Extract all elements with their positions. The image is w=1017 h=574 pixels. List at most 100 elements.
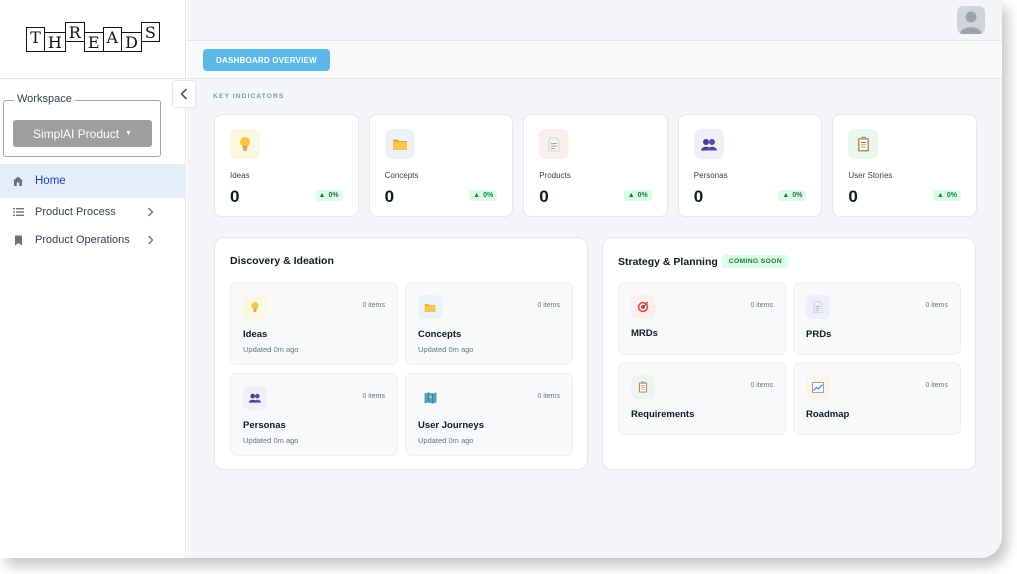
sidebar-item-label: Product Process <box>35 206 116 218</box>
kpi-label: Concepts <box>384 171 419 180</box>
tab-dashboard-overview[interactable]: DASHBOARD OVERVIEW <box>203 49 330 71</box>
item-count: 0 items <box>750 382 773 389</box>
avatar[interactable] <box>957 6 985 34</box>
change-value: 0% <box>637 192 648 199</box>
item-count: 0 items <box>925 302 948 309</box>
card-title: Requirements <box>631 409 695 420</box>
item-count: 0 items <box>750 302 773 309</box>
logo-letter: A <box>102 26 123 52</box>
chevron-right-icon <box>148 207 154 217</box>
change-badge: ▲ 0% <box>314 190 343 201</box>
kpi-card-user-stories[interactable]: User Stories 0 ▲ 0% <box>832 114 977 217</box>
card-mrds[interactable]: 0 items MRDs <box>618 282 786 355</box>
folder-icon <box>384 129 415 159</box>
change-value: 0% <box>483 192 494 199</box>
logo-letter: E <box>83 31 104 52</box>
sidebar-item-home[interactable]: Home <box>0 164 186 198</box>
lightbulb-icon <box>230 129 260 159</box>
target-icon <box>631 295 655 319</box>
card-requirements[interactable]: 0 items Requirements <box>618 362 786 435</box>
updated-text: Updated 0m ago <box>243 345 299 354</box>
clipboard-icon <box>848 129 879 159</box>
card-concepts[interactable]: 0 items Concepts Updated 0m ago <box>405 282 573 365</box>
card-roadmap[interactable]: 0 items Roadmap <box>793 362 961 435</box>
kpi-value: 0 <box>848 187 858 206</box>
kpi-label: Personas <box>693 171 728 180</box>
workspace-value: SimplAI Product <box>33 126 120 141</box>
sidebar-item-product-operations[interactable]: Product Operations <box>0 226 186 254</box>
kpi-card-concepts[interactable]: Concepts 0 ▲ 0% <box>368 114 514 217</box>
panel-title: Strategy & Planning COMING SOON <box>618 255 789 268</box>
updated-text: Updated 0m ago <box>243 436 299 445</box>
logo-letter: D <box>121 31 142 52</box>
card-personas[interactable]: 0 items Personas Updated 0m ago <box>230 373 398 456</box>
kpi-value: 0 <box>230 187 240 206</box>
kpi-row: Ideas 0 ▲ 0% Concepts 0 ▲ 0% Products 0 ▲ 0… <box>214 114 977 217</box>
caret-down-icon: ▼ <box>125 130 132 137</box>
kpi-label: Products <box>539 171 571 180</box>
card-title: Ideas <box>243 329 268 340</box>
clipboard-icon <box>631 375 655 399</box>
lightbulb-icon <box>243 295 267 319</box>
kpi-card-ideas[interactable]: Ideas 0 ▲ 0% <box>214 114 359 217</box>
app-window: T H R E A D S Workspace SimplAI Product … <box>0 0 1002 558</box>
card-ideas[interactable]: 0 items Ideas Updated 0m ago <box>230 282 398 365</box>
up-arrow-icon: ▲ <box>936 192 944 199</box>
collapse-sidebar-button[interactable] <box>172 80 196 108</box>
user-icon <box>960 11 982 34</box>
bookmark-icon <box>12 234 24 246</box>
logo-letter: T <box>26 26 45 52</box>
workspace-label: Workspace <box>14 93 75 105</box>
kpi-value: 0 <box>539 187 549 206</box>
folder-icon <box>418 295 442 319</box>
home-icon <box>12 175 24 187</box>
up-arrow-icon: ▲ <box>318 192 326 199</box>
card-prds[interactable]: 0 items PRDs <box>793 282 961 355</box>
change-badge: ▲ 0% <box>469 190 498 201</box>
section-label: KEY INDICATORS <box>213 93 285 100</box>
up-arrow-icon: ▲ <box>782 192 790 199</box>
logo-letter: H <box>43 31 66 52</box>
change-value: 0% <box>328 192 339 199</box>
kpi-label: User Stories <box>848 171 893 180</box>
panel-title: Discovery & Ideation <box>230 255 334 267</box>
card-title: User Journeys <box>418 420 485 431</box>
sidebar-item-label: Home <box>35 175 66 187</box>
kpi-card-products[interactable]: Products 0 ▲ 0% <box>523 114 668 217</box>
strategy-panel: Strategy & Planning COMING SOON 0 items … <box>602 237 976 470</box>
card-title: Roadmap <box>806 409 850 420</box>
sidebar: T H R E A D S Workspace SimplAI Product … <box>0 0 186 558</box>
coming-soon-badge: COMING SOON <box>721 255 789 268</box>
top-bar <box>187 0 1002 41</box>
logo-area: T H R E A D S <box>0 0 185 79</box>
discovery-panel: Discovery & Ideation 0 items Ideas Updat… <box>214 237 588 470</box>
threads-logo[interactable]: T H R E A D S <box>26 21 160 52</box>
change-value: 0% <box>792 192 803 199</box>
card-user-journeys[interactable]: 0 items User Journeys Updated 0m ago <box>405 373 573 456</box>
tab-bar: DASHBOARD OVERVIEW <box>187 41 1002 79</box>
updated-text: Updated 0m ago <box>418 436 474 445</box>
change-value: 0% <box>946 192 957 199</box>
up-arrow-icon: ▲ <box>473 192 481 199</box>
kpi-label: Ideas <box>230 171 250 180</box>
logo-letter: S <box>140 21 160 42</box>
change-badge: ▲ 0% <box>623 190 652 201</box>
change-badge: ▲ 0% <box>932 190 961 201</box>
map-icon <box>418 386 442 410</box>
people-icon <box>243 386 267 410</box>
chart-icon <box>806 375 830 399</box>
kpi-value: 0 <box>693 187 704 206</box>
list-icon <box>12 206 24 218</box>
item-count: 0 items <box>362 302 385 309</box>
workspace-dropdown-button[interactable]: SimplAI Product ▼ <box>13 120 152 147</box>
people-icon <box>693 129 724 159</box>
up-arrow-icon: ▲ <box>627 192 635 199</box>
sidebar-item-product-process[interactable]: Product Process <box>0 198 186 226</box>
card-title: MRDs <box>631 328 658 339</box>
item-count: 0 items <box>537 302 560 309</box>
chevron-right-icon <box>148 235 154 245</box>
kpi-card-personas[interactable]: Personas 0 ▲ 0% <box>677 114 823 217</box>
panel-title-text: Discovery & Ideation <box>230 255 334 267</box>
kpi-value: 0 <box>384 187 395 206</box>
card-title: PRDs <box>806 329 832 340</box>
